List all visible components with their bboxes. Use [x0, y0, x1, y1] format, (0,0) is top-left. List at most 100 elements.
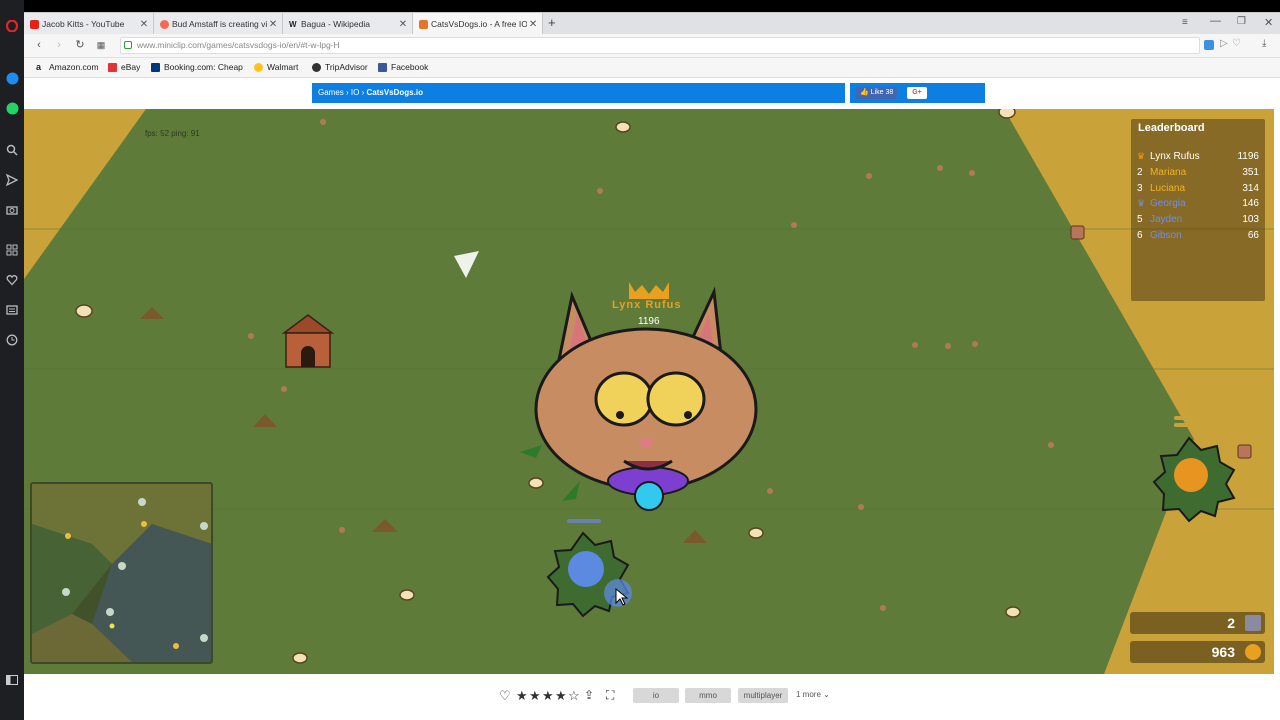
- messenger-icon[interactable]: [4, 70, 20, 86]
- share-icon[interactable]: ⇪: [584, 688, 594, 702]
- coin-counter: 963: [1130, 641, 1265, 663]
- social-bar: 👍 Like 38 G+: [850, 83, 985, 103]
- kennel-count: 2: [1227, 615, 1235, 631]
- leaderboard-score: 103: [1242, 214, 1259, 226]
- tab-title: Jacob Kitts - YouTube: [42, 19, 125, 29]
- tabs-grid-icon[interactable]: ▦: [94, 38, 108, 52]
- news-icon[interactable]: [4, 302, 20, 318]
- game-canvas[interactable]: fps: 52 ping: 91 Lynx Rufus 1196 Leaderb…: [24, 109, 1274, 674]
- leaderboard-score: 66: [1247, 230, 1259, 241]
- rating-star[interactable]: ☆: [568, 688, 580, 704]
- walmart-icon: [254, 62, 263, 72]
- minimize-icon[interactable]: —: [1210, 15, 1221, 27]
- crown-icon: ♛: [1137, 198, 1146, 209]
- minimap: [30, 482, 213, 664]
- close-icon[interactable]: ✕: [138, 19, 150, 30]
- tag-io[interactable]: io: [633, 688, 679, 703]
- crown-icon: ♛: [1137, 151, 1146, 161]
- sidebar-toggle-icon[interactable]: [4, 672, 20, 688]
- rating-star[interactable]: ★: [542, 688, 554, 704]
- leaderboard-rank: 2: [1137, 166, 1143, 178]
- leaderboard-name: Georgia: [1150, 198, 1186, 210]
- kennel-counter: 2: [1130, 612, 1265, 634]
- favorite-heart-icon[interactable]: ♡: [499, 688, 511, 704]
- bookmark-amazon[interactable]: a Amazon.com: [36, 62, 99, 72]
- dog-house: [281, 314, 335, 368]
- whatsapp-icon[interactable]: [4, 100, 20, 116]
- breadcrumb-io[interactable]: IO: [351, 88, 359, 97]
- adblock-icon[interactable]: [1204, 40, 1214, 50]
- restore-icon[interactable]: ❐: [1237, 16, 1246, 27]
- leaderboard-score: 351: [1242, 166, 1259, 178]
- browser-window: Jacob Kitts - YouTube ✕ Bud Amstaff is c…: [0, 0, 1280, 720]
- rating-star[interactable]: ★: [529, 688, 541, 704]
- leaderboard-score: 314: [1242, 182, 1259, 194]
- rating-star[interactable]: ★: [516, 688, 528, 704]
- facebook-icon: [378, 62, 387, 72]
- bookmark-walmart[interactable]: Walmart: [254, 62, 298, 72]
- close-icon[interactable]: ✕: [527, 19, 539, 30]
- back-icon[interactable]: ‹: [32, 38, 46, 52]
- search-icon[interactable]: [4, 142, 20, 158]
- tab-title: Bud Amstaff is creating vi: [172, 19, 268, 29]
- close-icon[interactable]: ✕: [267, 19, 279, 30]
- leaderboard-score: 1196: [1237, 151, 1259, 162]
- close-window-icon[interactable]: ✕: [1264, 16, 1273, 29]
- miniclip-icon: [419, 19, 428, 29]
- camera-icon[interactable]: [4, 202, 20, 218]
- window-top-strip: [0, 0, 1280, 12]
- fps-readout: fps: 52 ping: 91: [145, 129, 200, 138]
- new-tab-button[interactable]: +: [548, 15, 556, 30]
- leaf: [562, 481, 580, 501]
- tab-catsvsdogs[interactable]: CatsVsDogs.io - A free IO ✕: [413, 13, 543, 35]
- tab-patreon[interactable]: Bud Amstaff is creating vi ✕: [154, 13, 283, 35]
- leaderboard-score: 146: [1242, 198, 1259, 210]
- rating-star[interactable]: ★: [555, 688, 567, 704]
- breadcrumb-current: CatsVsDogs.io: [366, 88, 423, 97]
- patreon-icon: [160, 19, 169, 29]
- opera-sidebar: [0, 0, 24, 720]
- more-tags-label: 1 more: [796, 690, 821, 699]
- thumbs-up-icon: 👍: [860, 89, 869, 96]
- speed-dial-icon[interactable]: [4, 242, 20, 258]
- direction-arrow: [454, 251, 479, 278]
- opera-logo-icon[interactable]: [4, 18, 20, 34]
- bookmark-label: Walmart: [267, 62, 299, 72]
- download-icon[interactable]: ⤓: [1262, 38, 1266, 49]
- send-icon[interactable]: [4, 172, 20, 188]
- history-icon[interactable]: [4, 332, 20, 348]
- tab-youtube[interactable]: Jacob Kitts - YouTube ✕: [24, 13, 154, 35]
- google-plus-button[interactable]: G+: [907, 87, 927, 99]
- leaderboard-rank: 3: [1137, 182, 1143, 194]
- play-icon[interactable]: ▷: [1220, 38, 1228, 49]
- leaderboard-title: Leaderboard: [1138, 122, 1205, 134]
- tab-menu-icon[interactable]: ≡: [1182, 17, 1188, 28]
- game-info-bar: ♡ ★ ★ ★ ★ ☆ ⇪ ⛶ io mmo multiplayer 1 more ⌄: [311, 682, 987, 710]
- leaderboard-row: ♛ Lynx Rufus 1196: [1137, 151, 1259, 166]
- bookmark-tripadvisor[interactable]: TripAdvisor: [312, 62, 368, 72]
- breadcrumb-games[interactable]: Games: [318, 88, 344, 97]
- bookmark-booking[interactable]: Booking.com: Cheap: [151, 62, 243, 72]
- fullscreen-icon[interactable]: ⛶: [606, 688, 614, 703]
- tab-wikipedia[interactable]: W Bagua - Wikipedia ✕: [283, 13, 413, 35]
- url-field[interactable]: www.miniclip.com/games/catsvsdogs-io/en/…: [120, 37, 1200, 54]
- bookmark-label: Facebook: [391, 62, 429, 72]
- tab-bar: Jacob Kitts - YouTube ✕ Bud Amstaff is c…: [24, 12, 1280, 35]
- reload-icon[interactable]: ↻: [73, 38, 87, 52]
- heart-icon[interactable]: [4, 272, 20, 288]
- bookmark-heart-icon[interactable]: ♡: [1232, 38, 1241, 49]
- tag-mmo[interactable]: mmo: [685, 688, 731, 703]
- forward-icon[interactable]: ›: [52, 38, 66, 52]
- leaderboard-row: 5 Jayden 103: [1137, 214, 1259, 229]
- leaderboard-name: Lynx Rufus: [1150, 151, 1200, 162]
- more-tags-link[interactable]: 1 more ⌄: [796, 690, 830, 699]
- bookmark-ebay[interactable]: eBay: [108, 62, 140, 72]
- address-bar-row: ‹ › ↻ ▦ www.miniclip.com/games/catsvsdog…: [24, 34, 1280, 58]
- tripadvisor-icon: [312, 62, 321, 72]
- facebook-like-button[interactable]: 👍 Like 38: [856, 87, 898, 99]
- crate: [1070, 225, 1085, 240]
- leaderboard-name: Gibson: [1150, 230, 1182, 241]
- tag-multiplayer[interactable]: multiplayer: [738, 688, 788, 703]
- close-icon[interactable]: ✕: [397, 19, 409, 30]
- bookmark-facebook[interactable]: Facebook: [378, 62, 428, 72]
